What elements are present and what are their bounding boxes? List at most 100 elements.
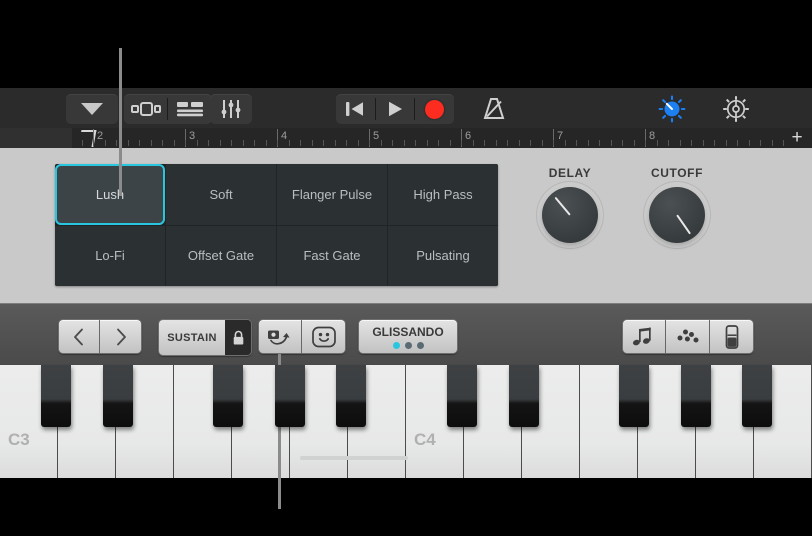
- black-key[interactable]: [336, 365, 367, 427]
- preset-cell[interactable]: High Pass: [388, 164, 498, 225]
- cutoff-knob[interactable]: [649, 187, 705, 243]
- ruler-tick: [231, 140, 232, 146]
- ruler-tick: [346, 140, 347, 146]
- callout-line-preset: [119, 48, 122, 196]
- triangle-down-icon: [81, 103, 103, 115]
- glissando-button[interactable]: GLISSANDO: [358, 319, 458, 354]
- metronome-group: [466, 94, 522, 124]
- delay-knob[interactable]: [542, 187, 598, 243]
- add-track-button[interactable]: +: [787, 128, 807, 147]
- settings-button[interactable]: [704, 94, 768, 124]
- delay-knob-indicator: [554, 196, 571, 216]
- black-key[interactable]: [680, 365, 711, 427]
- ruler-tick: [300, 140, 301, 146]
- ruler-tick: [369, 140, 370, 146]
- metronome-button[interactable]: [466, 94, 522, 124]
- ruler-tick: [358, 140, 359, 146]
- black-key[interactable]: [274, 365, 305, 427]
- black-key[interactable]: [509, 365, 540, 427]
- bar-number: 3: [189, 130, 196, 142]
- ruler-tick: [139, 140, 140, 146]
- rewind-button[interactable]: [336, 94, 375, 124]
- fader-icon: [725, 324, 738, 349]
- ruler-tick: [151, 140, 152, 146]
- chevron-left-icon: [74, 328, 83, 345]
- ruler-tick: [714, 140, 715, 146]
- glissando-dot: [416, 341, 424, 349]
- view-button[interactable]: [66, 94, 118, 124]
- play-icon: [388, 101, 402, 117]
- ruler-tick: [519, 140, 520, 146]
- ruler-tick: [691, 140, 692, 146]
- view-modes-group: [124, 94, 212, 124]
- octave-up-button[interactable]: [100, 319, 142, 354]
- glissando-mode-dots: [392, 341, 424, 349]
- preset-label: Soft: [209, 186, 233, 202]
- preset-label: High Pass: [413, 186, 473, 202]
- bottom-black-area: [0, 478, 812, 536]
- ruler-tick: [404, 140, 405, 146]
- pitch-bend-button[interactable]: [258, 319, 302, 354]
- tracks-view-icon: [130, 102, 161, 116]
- ruler-tick: [599, 140, 600, 146]
- ruler-tick: [783, 140, 784, 146]
- ruler-tick: [220, 140, 221, 146]
- ruler-tick: [611, 140, 612, 146]
- preset-cell[interactable]: Flanger Pulse: [277, 164, 387, 225]
- preset-label: Pulsating: [416, 248, 470, 264]
- cutoff-knob-indicator: [676, 214, 692, 235]
- preset-cell[interactable]: Lo-Fi: [55, 225, 165, 286]
- ruler-tick: [622, 140, 623, 146]
- black-key[interactable]: [103, 365, 134, 427]
- ruler-tick: [208, 140, 209, 146]
- cutoff-knob-group: CUTOFF: [627, 166, 727, 243]
- fx-button[interactable]: [640, 94, 704, 124]
- ruler-tick: [450, 140, 451, 146]
- preset-label: Flanger Pulse: [291, 186, 373, 202]
- ruler-tick: [484, 140, 485, 146]
- delay-knob-label: DELAY: [548, 166, 592, 180]
- preset-cell[interactable]: Fast Gate: [277, 225, 387, 286]
- chord-button[interactable]: [666, 319, 710, 354]
- rewind-to-start-icon: [346, 102, 364, 116]
- black-key[interactable]: [446, 365, 477, 427]
- ruler-tick: [772, 140, 773, 146]
- preset-cell[interactable]: Soft: [166, 164, 276, 225]
- ruler-tick: [266, 140, 267, 146]
- black-key[interactable]: [619, 365, 650, 427]
- preset-cell[interactable]: Offset Gate: [166, 225, 276, 286]
- black-key[interactable]: [40, 365, 71, 427]
- list-view-button[interactable]: [168, 94, 212, 124]
- piano-keyboard[interactable]: C3 C4: [0, 365, 812, 478]
- preset-label: Fast Gate: [303, 248, 361, 264]
- preset-cell[interactable]: Pulsating: [388, 225, 498, 286]
- mixer-sliders-icon: [221, 100, 241, 118]
- record-icon: [425, 99, 445, 119]
- black-key[interactable]: [213, 365, 244, 427]
- ruler-tick: [634, 140, 635, 146]
- preset-cell[interactable]: Lush: [55, 164, 165, 225]
- arpeggiator-button[interactable]: [622, 319, 666, 354]
- fader-button[interactable]: [710, 319, 754, 354]
- velocity-button[interactable]: [302, 319, 346, 354]
- record-button[interactable]: [415, 94, 454, 124]
- ruler-tick: [657, 140, 658, 146]
- black-key[interactable]: [742, 365, 773, 427]
- ruler-left-pad: [0, 128, 72, 148]
- ruler-tick: [507, 140, 508, 146]
- mixer-button[interactable]: [210, 94, 252, 124]
- play-button[interactable]: [376, 94, 415, 124]
- smiley-face-icon: [311, 326, 336, 347]
- sustain-lock-toggle[interactable]: [225, 320, 251, 355]
- keyboard-app-screen: 2 3 4 5 6 7 8 + Lush Soft Flanger Pulse High Pass…: [0, 0, 812, 536]
- ruler-tick: [162, 140, 163, 146]
- tracks-view-button[interactable]: [124, 94, 167, 124]
- ruler-tick: [565, 140, 566, 146]
- ruler-tick: [496, 140, 497, 146]
- gear-icon: [723, 96, 749, 122]
- sustain-button[interactable]: SUSTAIN: [158, 319, 252, 356]
- octave-down-button[interactable]: [58, 319, 100, 354]
- ruler-tick: [553, 140, 554, 146]
- ruler-tick: [82, 140, 83, 146]
- ruler-tick: [93, 140, 94, 146]
